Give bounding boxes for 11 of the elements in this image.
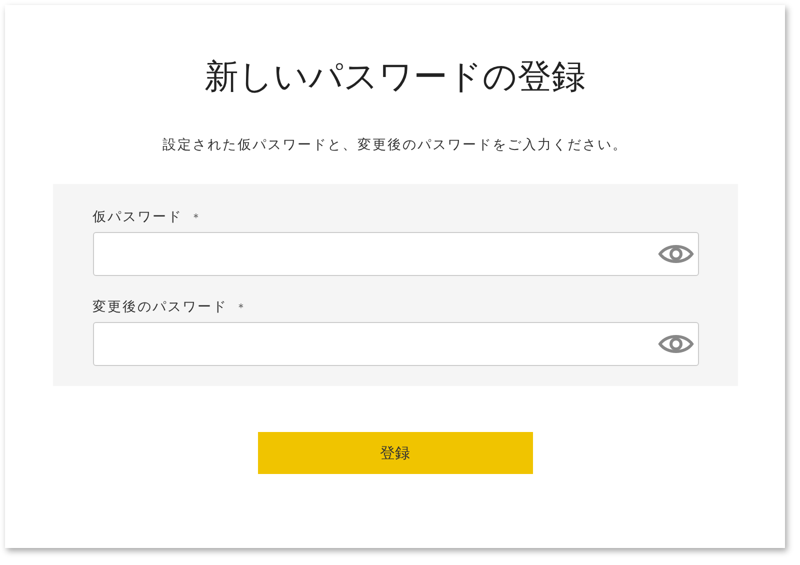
field-label: 仮パスワード: [92, 208, 182, 226]
register-button[interactable]: 登録: [258, 432, 532, 474]
eye-icon[interactable]: [658, 243, 694, 265]
required-mark: ＊: [236, 300, 246, 315]
field-label: 変更後のパスワード: [92, 298, 228, 316]
password-field[interactable]: [92, 322, 698, 366]
instruction-text: 設定された仮パスワードと、変更後のパスワードをご入力ください。: [162, 136, 628, 154]
required-mark: ＊: [190, 210, 202, 225]
page-title: 新しいパスワードの登録: [204, 56, 586, 99]
password-field[interactable]: [92, 232, 698, 276]
eye-icon[interactable]: [658, 333, 694, 355]
